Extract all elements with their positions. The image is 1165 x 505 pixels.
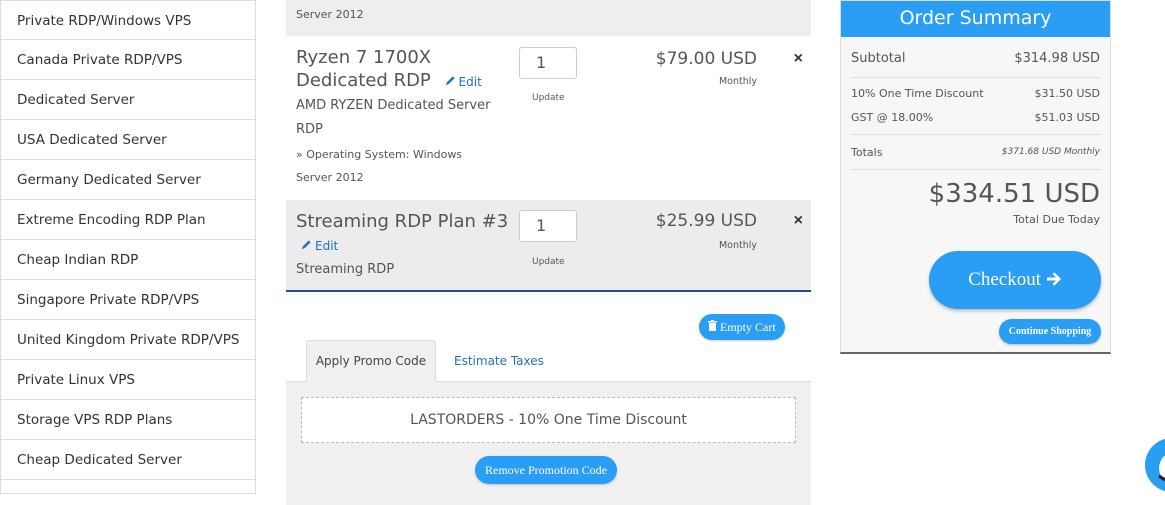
sidebar-item-uk[interactable]: United Kingdom Private RDP/VPS	[0, 320, 256, 360]
update-link[interactable]: Update	[532, 93, 565, 103]
chat-widget-button[interactable]	[1145, 438, 1165, 492]
item-title-line: Dedicated RDP	[296, 70, 431, 91]
subtotal-label: Subtotal	[851, 51, 906, 66]
item-description: RDP	[296, 122, 323, 137]
sidebar-item-canada-rdp[interactable]: Canada Private RDP/VPS	[0, 40, 256, 80]
summary-divider	[851, 134, 1100, 135]
item-price: $79.00 USD	[655, 49, 757, 69]
billing-cycle: Monthly	[718, 76, 757, 87]
sidebar-item-extreme-encoding[interactable]: Extreme Encoding RDP Plan	[0, 200, 256, 240]
pencil-icon	[445, 71, 456, 94]
subtotal-value: $314.98 USD	[1014, 51, 1100, 66]
sidebar-item-usa-dedicated[interactable]: USA Dedicated Server	[0, 120, 256, 160]
sidebar-item-cheap-indian[interactable]: Cheap Indian RDP	[0, 240, 256, 280]
remove-promo-button[interactable]: Remove Promotion Code	[475, 456, 617, 484]
cart-item: Ryzen 7 1700X Dedicated RDP Edit AMD RYZ…	[286, 36, 811, 200]
trash-icon	[708, 320, 720, 334]
edit-link[interactable]: Edit	[301, 239, 338, 253]
tax-value: $51.03 USD	[1034, 111, 1101, 124]
summary-divider	[851, 77, 1100, 78]
sidebar-item-storage-vps[interactable]: Storage VPS RDP Plans	[0, 400, 256, 440]
empty-cart-button[interactable]: Empty Cart	[699, 314, 785, 340]
previous-item-option: Server 2012	[296, 8, 364, 21]
item-title: Streaming RDP Plan #3	[296, 211, 509, 232]
checkout-button[interactable]: Checkout	[929, 251, 1101, 309]
category-sidebar: Private RDP/Windows VPS Canada Private R…	[0, 0, 256, 494]
order-summary-body: Subtotal $314.98 USD 10% One Time Discou…	[841, 37, 1110, 352]
summary-divider	[851, 169, 1100, 170]
discount-value: $31.50 USD	[1034, 87, 1101, 100]
item-option: » Operating System: Windows	[296, 148, 463, 161]
item-title-line: Ryzen 7 1700X	[296, 47, 432, 68]
totals-label: Totals	[851, 146, 883, 159]
remove-item-icon[interactable]: ×	[794, 50, 803, 68]
edit-link[interactable]: Edit	[445, 75, 482, 89]
billing-cycle: Monthly	[718, 240, 757, 251]
sidebar-item-empty	[0, 480, 256, 494]
item-option: Server 2012	[296, 171, 364, 184]
arrow-right-icon	[1046, 269, 1062, 290]
empty-cart-label: Empty Cart	[720, 320, 776, 334]
sidebar-item-singapore[interactable]: Singapore Private RDP/VPS	[0, 280, 256, 320]
edit-label: Edit	[458, 75, 482, 89]
tab-apply-promo[interactable]: Apply Promo Code	[306, 340, 436, 382]
tab-estimate-taxes[interactable]: Estimate Taxes	[454, 354, 544, 368]
item-description: AMD RYZEN Dedicated Server	[296, 98, 491, 113]
quantity-input[interactable]: 1	[519, 47, 577, 79]
sidebar-item-linux-vps[interactable]: Private Linux VPS	[0, 360, 256, 400]
sidebar-item-germany-dedicated[interactable]: Germany Dedicated Server	[0, 160, 256, 200]
discount-label: 10% One Time Discount	[851, 87, 984, 100]
remove-item-icon[interactable]: ×	[794, 212, 803, 230]
applied-promo-code: LASTORDERS - 10% One Time Discount	[301, 397, 796, 443]
previous-item-strip: Server 2012	[286, 0, 811, 36]
total-due-label: Total Due Today	[1013, 213, 1100, 226]
sidebar-item-private-rdp[interactable]: Private RDP/Windows VPS	[0, 0, 256, 40]
quantity-input[interactable]: 1	[519, 210, 577, 242]
total-due-amount: $334.51 USD	[928, 179, 1100, 209]
cart-item: Streaming RDP Plan #3 Edit Streaming RDP…	[286, 200, 811, 292]
sidebar-item-dedicated-server[interactable]: Dedicated Server	[0, 80, 256, 120]
checkout-label: Checkout	[968, 269, 1042, 290]
order-summary-title: Order Summary	[841, 1, 1110, 37]
tax-label: GST @ 18.00%	[851, 111, 934, 124]
totals-value: $371.68 USD Monthly	[1001, 147, 1100, 157]
chat-avatar-icon	[1145, 455, 1165, 492]
edit-label: Edit	[315, 239, 339, 253]
update-link[interactable]: Update	[532, 257, 565, 267]
item-price: $25.99 USD	[655, 211, 757, 231]
sidebar-item-cheap-dedicated[interactable]: Cheap Dedicated Server	[0, 440, 256, 480]
pencil-icon	[301, 239, 312, 253]
item-title: Ryzen 7 1700X Dedicated RDP Edit	[296, 46, 482, 94]
cart-panel: Server 2012 Ryzen 7 1700X Dedicated RDP …	[286, 0, 811, 505]
item-description: Streaming RDP	[296, 262, 395, 277]
continue-shopping-button[interactable]: Continue Shopping	[999, 319, 1101, 344]
order-summary: Order Summary Subtotal $314.98 USD 10% O…	[840, 0, 1111, 354]
